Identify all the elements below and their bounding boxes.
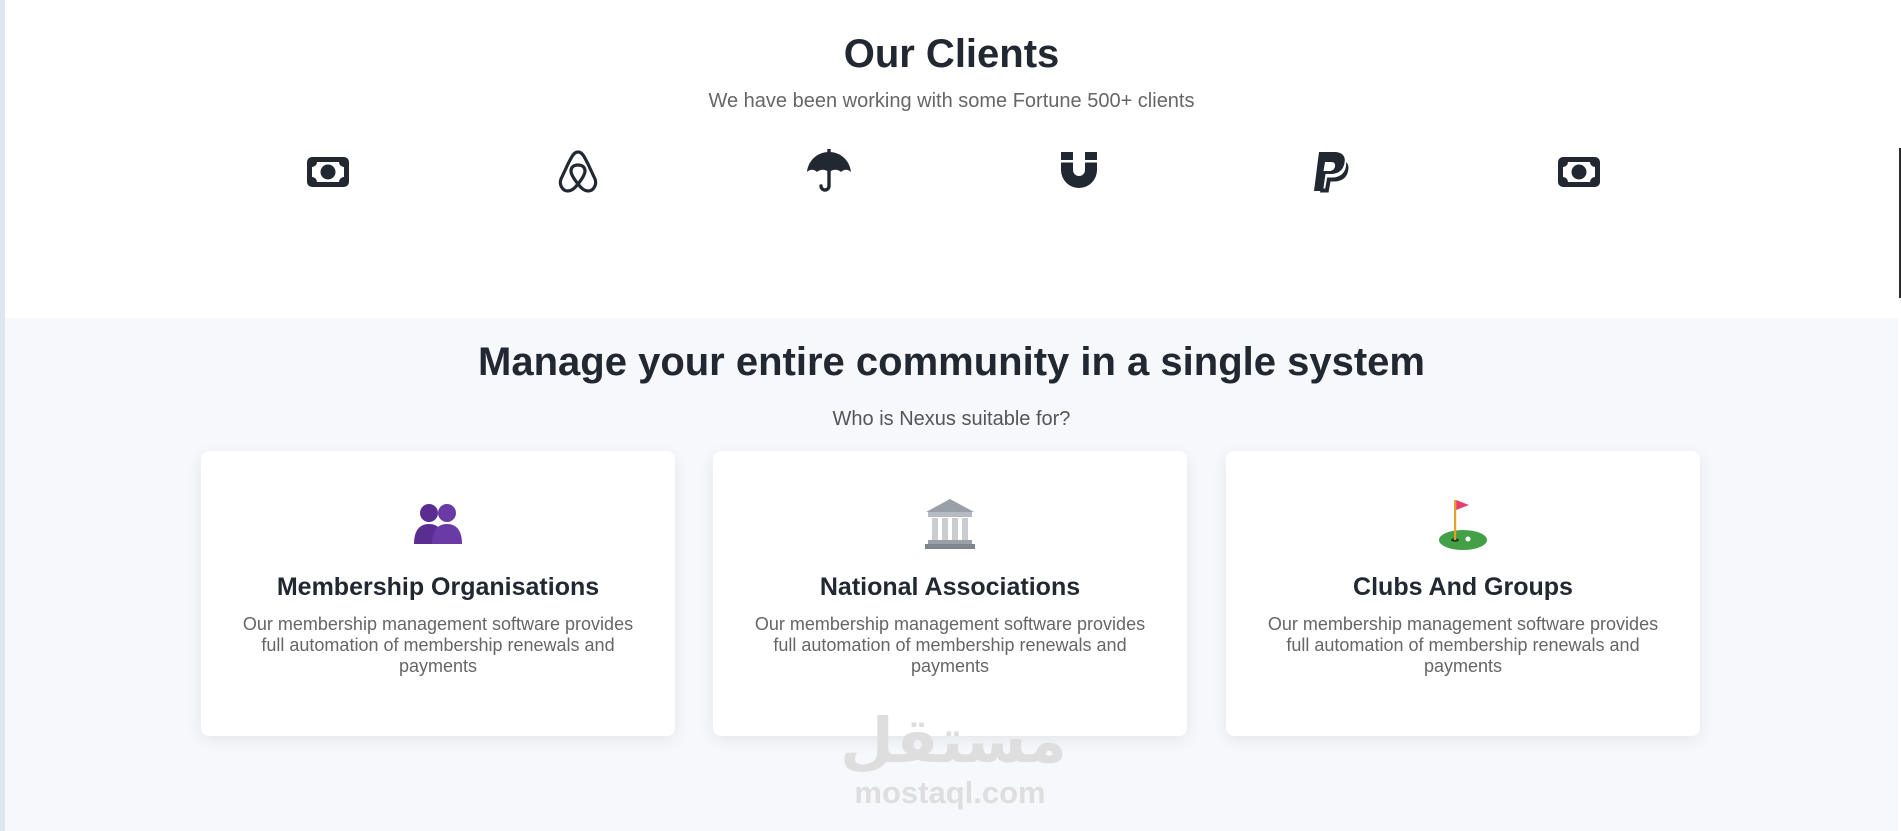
money-bill-icon — [1555, 148, 1603, 196]
magnet-icon — [1055, 148, 1103, 196]
community-subtitle: Who is Nexus suitable for? — [832, 408, 1071, 430]
card-title: Clubs And Groups — [1353, 573, 1573, 601]
card-clubs-and-groups: Clubs And Groups Our membership manageme… — [1226, 451, 1700, 736]
card-title: Membership Organisations — [276, 573, 600, 601]
paypal-icon — [1305, 148, 1353, 196]
clients-section: Our Clients We have been working with so… — [5, 0, 1898, 318]
card-description: Our membership management software provi… — [754, 614, 1146, 676]
card-description: Our membership management software provi… — [242, 614, 634, 676]
watermark-arabic: مستقل — [840, 704, 1067, 777]
community-title: Manage your entire community in a single… — [478, 340, 1425, 384]
watermark-latin: mostaql.com — [854, 775, 1046, 810]
clients-subtitle: We have been working with some Fortune 5… — [708, 90, 1195, 112]
mostaql-watermark: مستقل mostaql.com — [840, 704, 1067, 815]
two-people-icon — [201, 496, 675, 552]
classical-building-icon — [713, 496, 1187, 552]
client-logos-row — [5, 148, 1898, 196]
card-description: Our membership management software provi… — [1267, 614, 1659, 676]
card-title: National Associations — [819, 573, 1081, 601]
card-national-associations: National Associations Our membership man… — [713, 451, 1187, 736]
clients-title: Our Clients — [843, 32, 1060, 76]
card-membership-organisations: Membership Organisations Our membership … — [201, 451, 675, 736]
money-bill-icon — [304, 148, 352, 196]
golf-flag-icon — [1226, 496, 1700, 552]
umbrella-icon — [805, 148, 853, 196]
airbnb-icon — [554, 148, 602, 196]
